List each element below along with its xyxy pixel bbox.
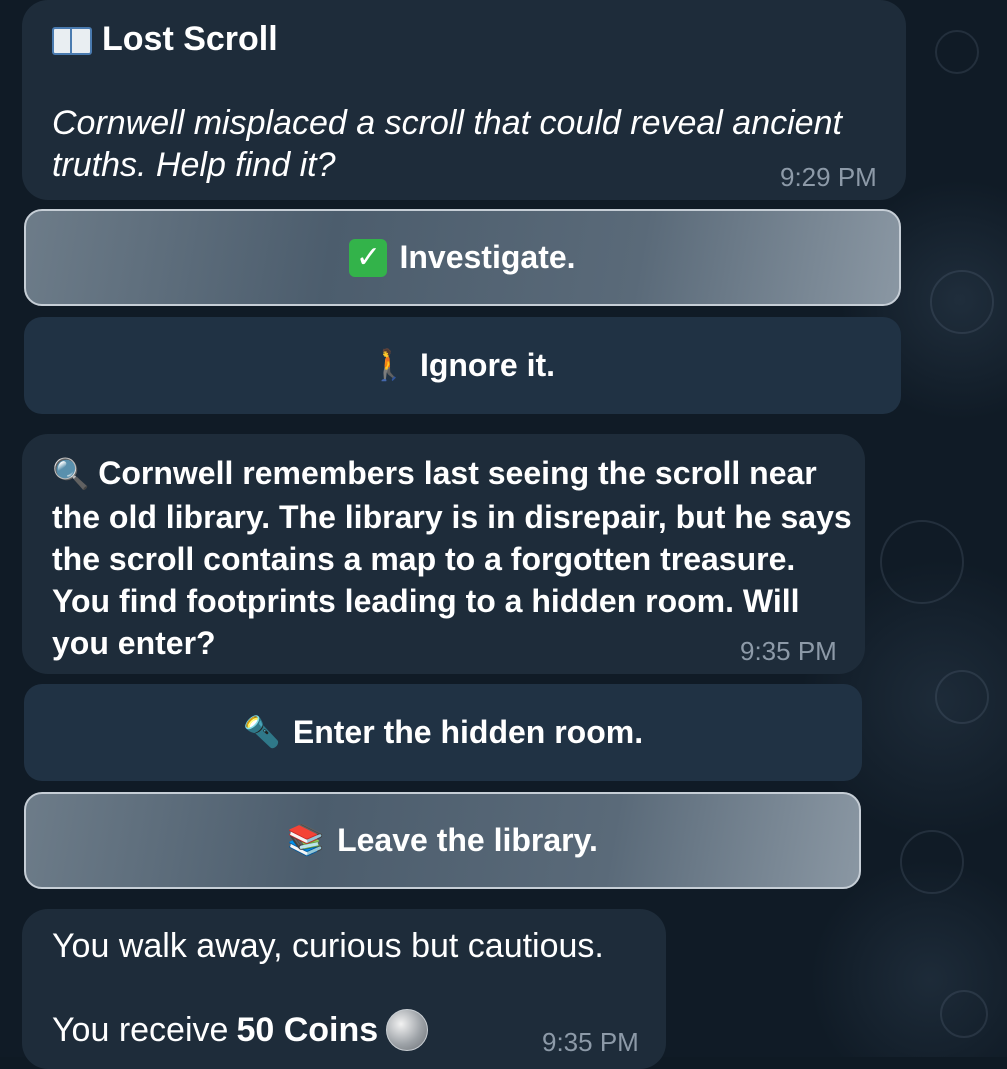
open-book-icon [52,25,92,55]
ignore-it-button[interactable]: 🚶 Ignore it. [24,317,901,414]
message-title: Lost Scroll [52,20,278,59]
doodle-circle [935,670,989,724]
leave-library-button[interactable]: 📚 Leave the library. [24,792,861,889]
ignore-it-button-label: Ignore it. [419,347,556,383]
doodle-circle [935,30,979,74]
message-bubble-reward: You walk away, curious but cautious. You… [22,909,666,1069]
message-text-line2: You receive 50 Coins [52,1009,429,1051]
enter-hidden-room-button-label: Enter the hidden room. [292,714,644,750]
doodle-circle [930,270,994,334]
enter-hidden-room-button[interactable]: 🔦 Enter the hidden room. [24,684,862,781]
books-icon: 📚 [287,823,325,857]
doodle-circle [900,830,964,894]
magnifying-glass-icon: 🔍 [52,458,90,491]
message-title-text: Lost Scroll [102,20,278,58]
message-timestamp: 9:35 PM [542,1027,639,1057]
message-text: Cornwell misplaced a scroll that could r… [52,104,842,184]
walking-person-icon: 🚶 [370,348,408,382]
leave-library-button-label: Leave the library. [337,822,598,858]
message-timestamp: 9:29 PM [780,162,877,192]
message-text-line1: You walk away, curious but cautious. [52,927,604,965]
message-bubble-library: 🔍 Cornwell remembers last seeing the scr… [22,434,865,674]
message-bubble-lost-scroll: Lost Scroll Cornwell misplaced a scroll … [22,0,906,200]
flashlight-icon: 🔦 [243,715,281,749]
investigate-button-label: Investigate. [399,239,576,275]
investigate-button[interactable]: ✓ Investigate. [24,209,901,306]
reward-prefix: You receive [52,1010,229,1049]
doodle-circle [940,990,988,1038]
reward-amount: 50 Coins [236,1010,379,1049]
coin-icon [386,1009,429,1051]
message-text: 🔍 Cornwell remembers last seeing the scr… [52,452,852,664]
message-body: Cornwell remembers last seeing the scrol… [52,455,852,661]
check-mark-icon: ✓ [349,238,388,277]
message-timestamp: 9:35 PM [740,636,837,666]
doodle-circle [880,520,964,604]
